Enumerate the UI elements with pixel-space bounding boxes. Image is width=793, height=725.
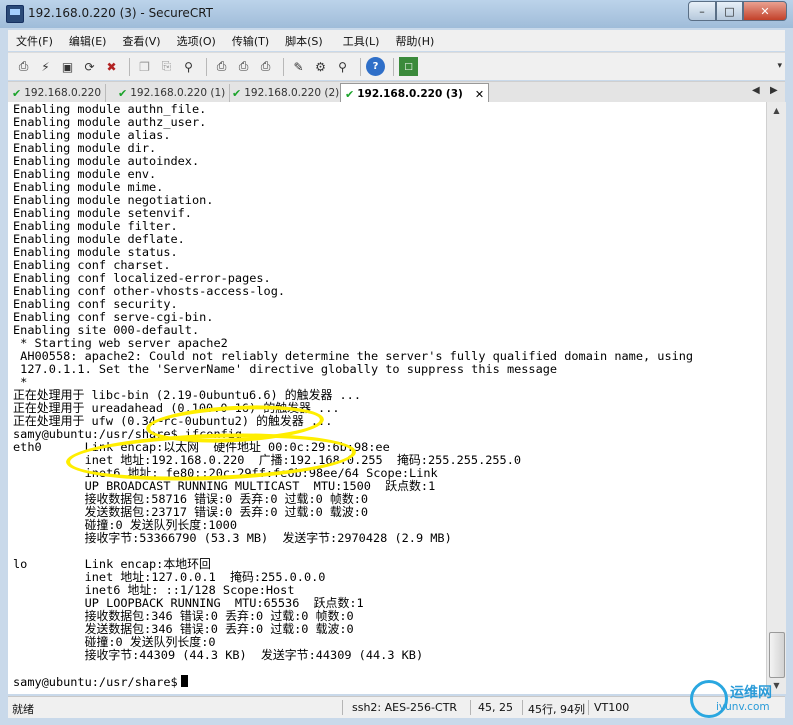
keymap-icon[interactable]: ⚲ <box>333 57 352 76</box>
tab-prev-icon[interactable]: ◀ <box>752 85 760 96</box>
toolbar: ⎙ ⚡ ▣ ⟳ ✖ ❐ ⎘ ⚲ ⎙ ⎙ ⎙ ✎ ⚙ ⚲ ? □ ▾ <box>8 52 785 80</box>
scrollbar-thumb[interactable] <box>769 632 785 678</box>
terminal-line: samy@ubuntu:/usr/share$ <box>13 675 188 689</box>
site-watermark: 运维网 iyunv.com <box>690 680 790 720</box>
global-options-icon[interactable]: ⚙ <box>311 57 330 76</box>
menu-edit[interactable]: 编辑(E) <box>61 33 115 49</box>
copy-icon[interactable]: ❐ <box>135 57 154 76</box>
connected-check-icon: ✔ <box>12 86 22 100</box>
tab-label: 192.168.0.220 (2) <box>244 87 340 99</box>
status-terminal-type: VT100 <box>594 701 630 714</box>
maximize-button[interactable]: □ <box>716 1 743 21</box>
menu-script[interactable]: 脚本(S) <box>277 33 331 49</box>
toolbar-separator <box>206 57 207 76</box>
connected-check-icon: ✔ <box>345 87 355 101</box>
menu-bar: 文件(F) 编辑(E) 查看(V) 选项(O) 传输(T) 脚本(S) 工具(L… <box>8 30 785 51</box>
status-bar: 就绪 ssh2: AES-256-CTR 45, 25 45行, 94列 VT1… <box>8 696 785 718</box>
menu-tools[interactable]: 工具(L) <box>335 33 388 49</box>
close-button[interactable]: ✕ <box>743 1 787 21</box>
terminal-line: 接收字节:53366790 (53.3 MB) 发送字节:2970428 (2.… <box>13 531 452 545</box>
tab-label: 192.168.0.220 (1) <box>130 87 226 99</box>
tab-label: 192.168.0.220 <box>24 87 102 99</box>
scroll-up-icon[interactable]: ▲ <box>767 102 786 119</box>
toolbar-separator <box>393 57 394 76</box>
window-controls: – □ ✕ <box>688 1 787 21</box>
connect-tab-icon[interactable]: ▣ <box>58 57 77 76</box>
menu-transfer[interactable]: 传输(T) <box>224 33 277 49</box>
watermark-brand: 运维网 <box>730 685 772 701</box>
session-options-icon[interactable]: ✎ <box>289 57 308 76</box>
watermark-domain: iyunv.com <box>716 701 770 713</box>
window-title: 192.168.0.220 (3) - SecureCRT <box>28 6 213 20</box>
tab-next-icon[interactable]: ▶ <box>770 85 778 96</box>
toolbar-separator <box>360 57 361 76</box>
status-cipher: ssh2: AES-256-CTR <box>352 701 458 714</box>
tab-session-3[interactable]: ✔ 192.168.0.220 (3) ✕ <box>340 83 490 104</box>
toolbar-overflow-icon[interactable]: ▾ <box>777 61 782 71</box>
quick-connect-icon[interactable]: ⚡ <box>36 57 55 76</box>
tab-label: 192.168.0.220 (3) <box>357 88 463 100</box>
status-divider <box>588 700 589 715</box>
terminal-scrollbar[interactable]: ▲ ▼ <box>766 102 786 694</box>
securecrt-window: 192.168.0.220 (3) - SecureCRT – □ ✕ 文件(F… <box>0 0 793 725</box>
terminal-output[interactable]: Enabling module authn_file. Enabling modu… <box>8 102 766 694</box>
sftp-icon[interactable]: □ <box>399 57 418 76</box>
connected-check-icon: ✔ <box>118 86 128 100</box>
toolbar-separator <box>283 57 284 76</box>
menu-help[interactable]: 帮助(H) <box>387 33 442 49</box>
status-ready: 就绪 <box>12 703 34 716</box>
disconnect-icon[interactable]: ✖ <box>102 57 121 76</box>
print-screen-icon[interactable]: ⎙ <box>256 57 275 76</box>
securecrt-app-icon[interactable] <box>6 5 24 23</box>
connect-icon[interactable]: ⎙ <box>14 57 33 76</box>
terminal-cursor <box>180 675 188 687</box>
paste-icon[interactable]: ⎘ <box>157 57 176 76</box>
print-setup-icon[interactable]: ⎙ <box>212 57 231 76</box>
toolbar-separator <box>129 57 130 76</box>
status-cursor-position: 45, 25 <box>478 701 513 714</box>
status-divider <box>342 700 343 715</box>
session-tab-bar: ✔ 192.168.0.220 ✔ 192.168.0.220 (1) ✔ 19… <box>8 81 785 104</box>
terminal-line: 接收字节:44309 (44.3 KB) 发送字节:44309 (44.3 KB… <box>13 648 424 662</box>
status-terminal-size: 45行, 94列 <box>528 703 585 716</box>
reconnect-icon[interactable]: ⟳ <box>80 57 99 76</box>
menu-file[interactable]: 文件(F) <box>8 33 61 49</box>
tab-session-0[interactable]: ✔ 192.168.0.220 <box>8 84 107 102</box>
terminal-line: 127.0.1.1. Set the 'ServerName' directiv… <box>13 362 558 376</box>
minimize-button[interactable]: – <box>688 1 716 21</box>
tab-session-2[interactable]: ✔ 192.168.0.220 (2) <box>228 84 345 102</box>
find-icon[interactable]: ⚲ <box>179 57 198 76</box>
connected-check-icon: ✔ <box>232 86 242 100</box>
print-icon[interactable]: ⎙ <box>234 57 253 76</box>
tab-close-icon[interactable]: ✕ <box>475 88 484 101</box>
tab-session-1[interactable]: ✔ 192.168.0.220 (1) <box>114 84 231 102</box>
title-bar[interactable]: 192.168.0.220 (3) - SecureCRT – □ ✕ <box>0 0 793 28</box>
help-icon[interactable]: ? <box>366 57 385 76</box>
menu-view[interactable]: 查看(V) <box>114 33 168 49</box>
status-divider <box>522 700 523 715</box>
status-divider <box>470 700 471 715</box>
menu-options[interactable]: 选项(O) <box>169 33 224 49</box>
